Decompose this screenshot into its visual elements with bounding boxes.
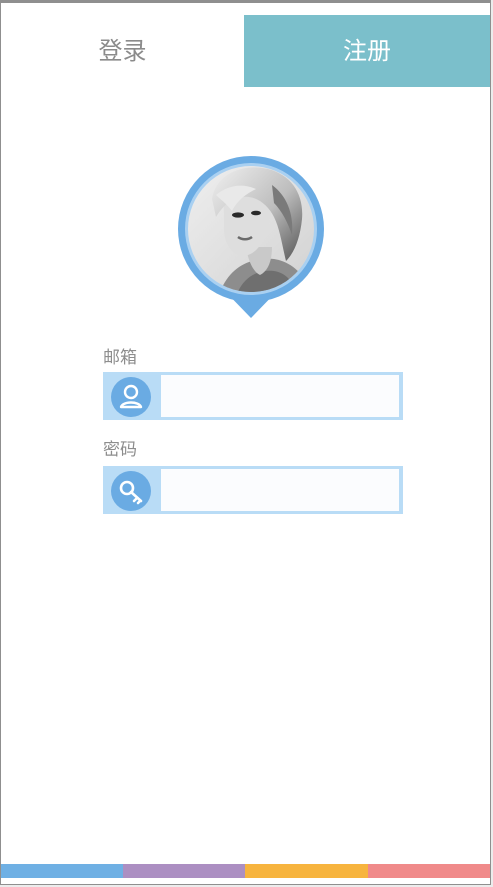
email-field xyxy=(103,372,403,420)
email-input[interactable] xyxy=(161,375,399,417)
password-field xyxy=(103,466,403,514)
tab-login[interactable]: 登录 xyxy=(1,15,244,87)
footer-stripe-purple xyxy=(123,864,245,878)
avatar-image xyxy=(178,156,324,318)
tab-register[interactable]: 注册 xyxy=(244,15,490,87)
password-input[interactable] xyxy=(161,469,399,511)
footer-stripe-red xyxy=(368,864,490,878)
footer-stripe-blue xyxy=(1,864,123,878)
password-label: 密码 xyxy=(103,440,137,460)
avatar xyxy=(176,155,326,321)
user-icon xyxy=(111,377,151,417)
auth-tabs: 登录 注册 xyxy=(1,15,490,87)
email-label: 邮箱 xyxy=(103,348,137,368)
footer-stripe-orange xyxy=(245,864,368,878)
app-frame: 登录 注册 邮箱 密码 xyxy=(0,0,491,885)
key-icon xyxy=(111,471,151,511)
